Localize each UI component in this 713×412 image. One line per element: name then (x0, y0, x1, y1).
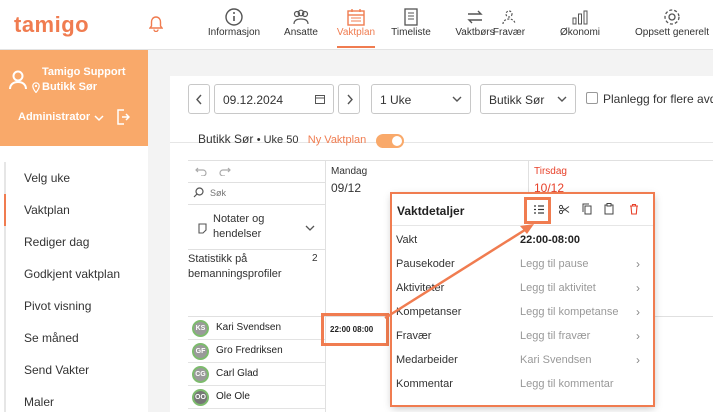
nav-label: Vaktplan (336, 27, 376, 38)
employee-name: Ole Ole (216, 391, 250, 402)
avatar: KS (192, 320, 209, 337)
grid-col-divider (325, 160, 326, 412)
employee-name: Kari Svendsen (216, 322, 282, 333)
list-icon-highlight (524, 197, 551, 224)
avatar: GF (192, 343, 209, 360)
chevron-left-icon (196, 94, 202, 105)
grid-top-border (188, 160, 713, 161)
subheader-store: Butikk Sør (198, 132, 254, 146)
employee-name: Carl Glad (216, 368, 259, 379)
nav-label: Økonomi (559, 27, 600, 38)
new-plan-label: Ny Vaktplan (307, 134, 367, 146)
chevron-down-icon (557, 96, 567, 102)
search-icon (193, 187, 204, 198)
period-select[interactable]: 1 Uke (371, 84, 471, 114)
multi-dept-label: Planlegg for flere avde (603, 92, 713, 106)
nav-label: Ansatte (284, 27, 318, 38)
avatar: CG (192, 366, 209, 383)
location-pin-icon (32, 82, 40, 93)
user-box: Tamigo Support Butikk Sør Administrator (0, 50, 148, 146)
user-name: Tamigo Support (42, 66, 126, 78)
employee-row[interactable]: GF Gro Fredriksen (188, 340, 325, 363)
multi-dept-checkbox[interactable] (586, 92, 598, 104)
stats-label: Statistikk på bemanningsprofiler (188, 253, 282, 280)
calendar-small-icon[interactable] (315, 94, 325, 104)
grid-col-divider (528, 160, 529, 194)
day-date: 09/12 (331, 181, 362, 195)
divider (188, 182, 325, 183)
app-window: tamigo Informasjon Ansatte Vaktplan Timelis… (0, 0, 713, 412)
nav-item-fravær[interactable]: Fravær (486, 0, 532, 50)
menu-item-maler[interactable]: Maler (4, 386, 148, 412)
chevron-down-icon[interactable] (94, 115, 104, 122)
undo-icon[interactable] (195, 167, 207, 176)
period-value: 1 Uke (380, 93, 412, 107)
menu-item-velg-uke[interactable]: Velg uke (4, 162, 148, 194)
avatar: OO (192, 389, 209, 406)
employee-name: Gro Fredriksen (216, 345, 283, 356)
bell-icon[interactable] (149, 16, 163, 32)
details-highlight (390, 192, 655, 407)
nav-item-vaktplan[interactable]: Vaktplan (333, 0, 379, 50)
menu-item-vaktplan[interactable]: Vaktplan (4, 194, 148, 226)
store-value: Butikk Sør (489, 93, 545, 107)
logout-icon[interactable] (116, 109, 130, 125)
nav-item-ansatte[interactable]: Ansatte (278, 0, 324, 50)
menu-item-rediger-dag[interactable]: Rediger dag (4, 226, 148, 258)
user-icon (9, 70, 27, 90)
menu-item-se-måned[interactable]: Se måned (4, 322, 148, 354)
menu-item-godkjent-vaktplan[interactable]: Godkjent vaktplan (4, 258, 148, 290)
redo-icon[interactable] (219, 167, 231, 176)
nav-item-oppsett-generelt[interactable]: Oppsett generelt (632, 0, 712, 50)
note-icon (198, 223, 207, 234)
date-input[interactable]: 09.12.2024 (214, 84, 334, 114)
employee-row[interactable]: OO Ole Ole (188, 386, 325, 409)
toggle-knob (392, 136, 402, 146)
nav-item-timeliste[interactable]: Timeliste (388, 0, 434, 50)
employee-row[interactable]: CG Carl Glad (188, 363, 325, 386)
top-navbar: tamigo Informasjon Ansatte Vaktplan Timelis… (0, 0, 713, 50)
menu-item-send-vakter[interactable]: Send Vakter (4, 354, 148, 386)
day-name: Mandag (331, 166, 368, 177)
employee-row[interactable]: KS Kari Svendsen (188, 317, 325, 340)
subheader-week: • Uke 50 (256, 134, 299, 146)
subheader: Butikk Sør • Uke 50 Ny Vaktplan (198, 132, 366, 146)
store-select[interactable]: Butikk Sør (480, 84, 576, 114)
menu-item-pivot-visning[interactable]: Pivot visning (4, 290, 148, 322)
date-value: 09.12.2024 (223, 93, 284, 107)
nav-label: Oppsett generelt (635, 27, 709, 38)
active-underline (337, 46, 375, 48)
nav-item-økonomi[interactable]: Økonomi (557, 0, 603, 50)
stats-count: 2 (312, 253, 318, 264)
notes-label[interactable]: Notater og hendelser (213, 212, 309, 242)
sidebar: Tamigo Support Butikk Sør Administrator … (0, 50, 148, 412)
search-input[interactable] (210, 185, 320, 201)
prev-week-button[interactable] (188, 84, 210, 114)
chevron-down-icon (452, 96, 462, 102)
next-week-button[interactable] (338, 84, 360, 114)
shift-highlight (321, 313, 389, 346)
nav-item-informasjon[interactable]: Informasjon (202, 0, 266, 50)
nav-label: Informasjon (207, 27, 261, 38)
logo[interactable]: tamigo (14, 12, 89, 38)
divider (188, 204, 325, 205)
chevron-right-icon (347, 94, 353, 105)
day-name: Tirsdag (534, 166, 567, 177)
nav-label: Fravær (492, 27, 526, 38)
new-plan-toggle[interactable] (376, 134, 404, 148)
role-selector[interactable]: Administrator (18, 111, 90, 123)
chevron-down-icon[interactable] (305, 225, 315, 232)
nav-label: Timeliste (391, 27, 431, 38)
user-store: Butikk Sør (42, 81, 98, 93)
divider (188, 249, 325, 250)
